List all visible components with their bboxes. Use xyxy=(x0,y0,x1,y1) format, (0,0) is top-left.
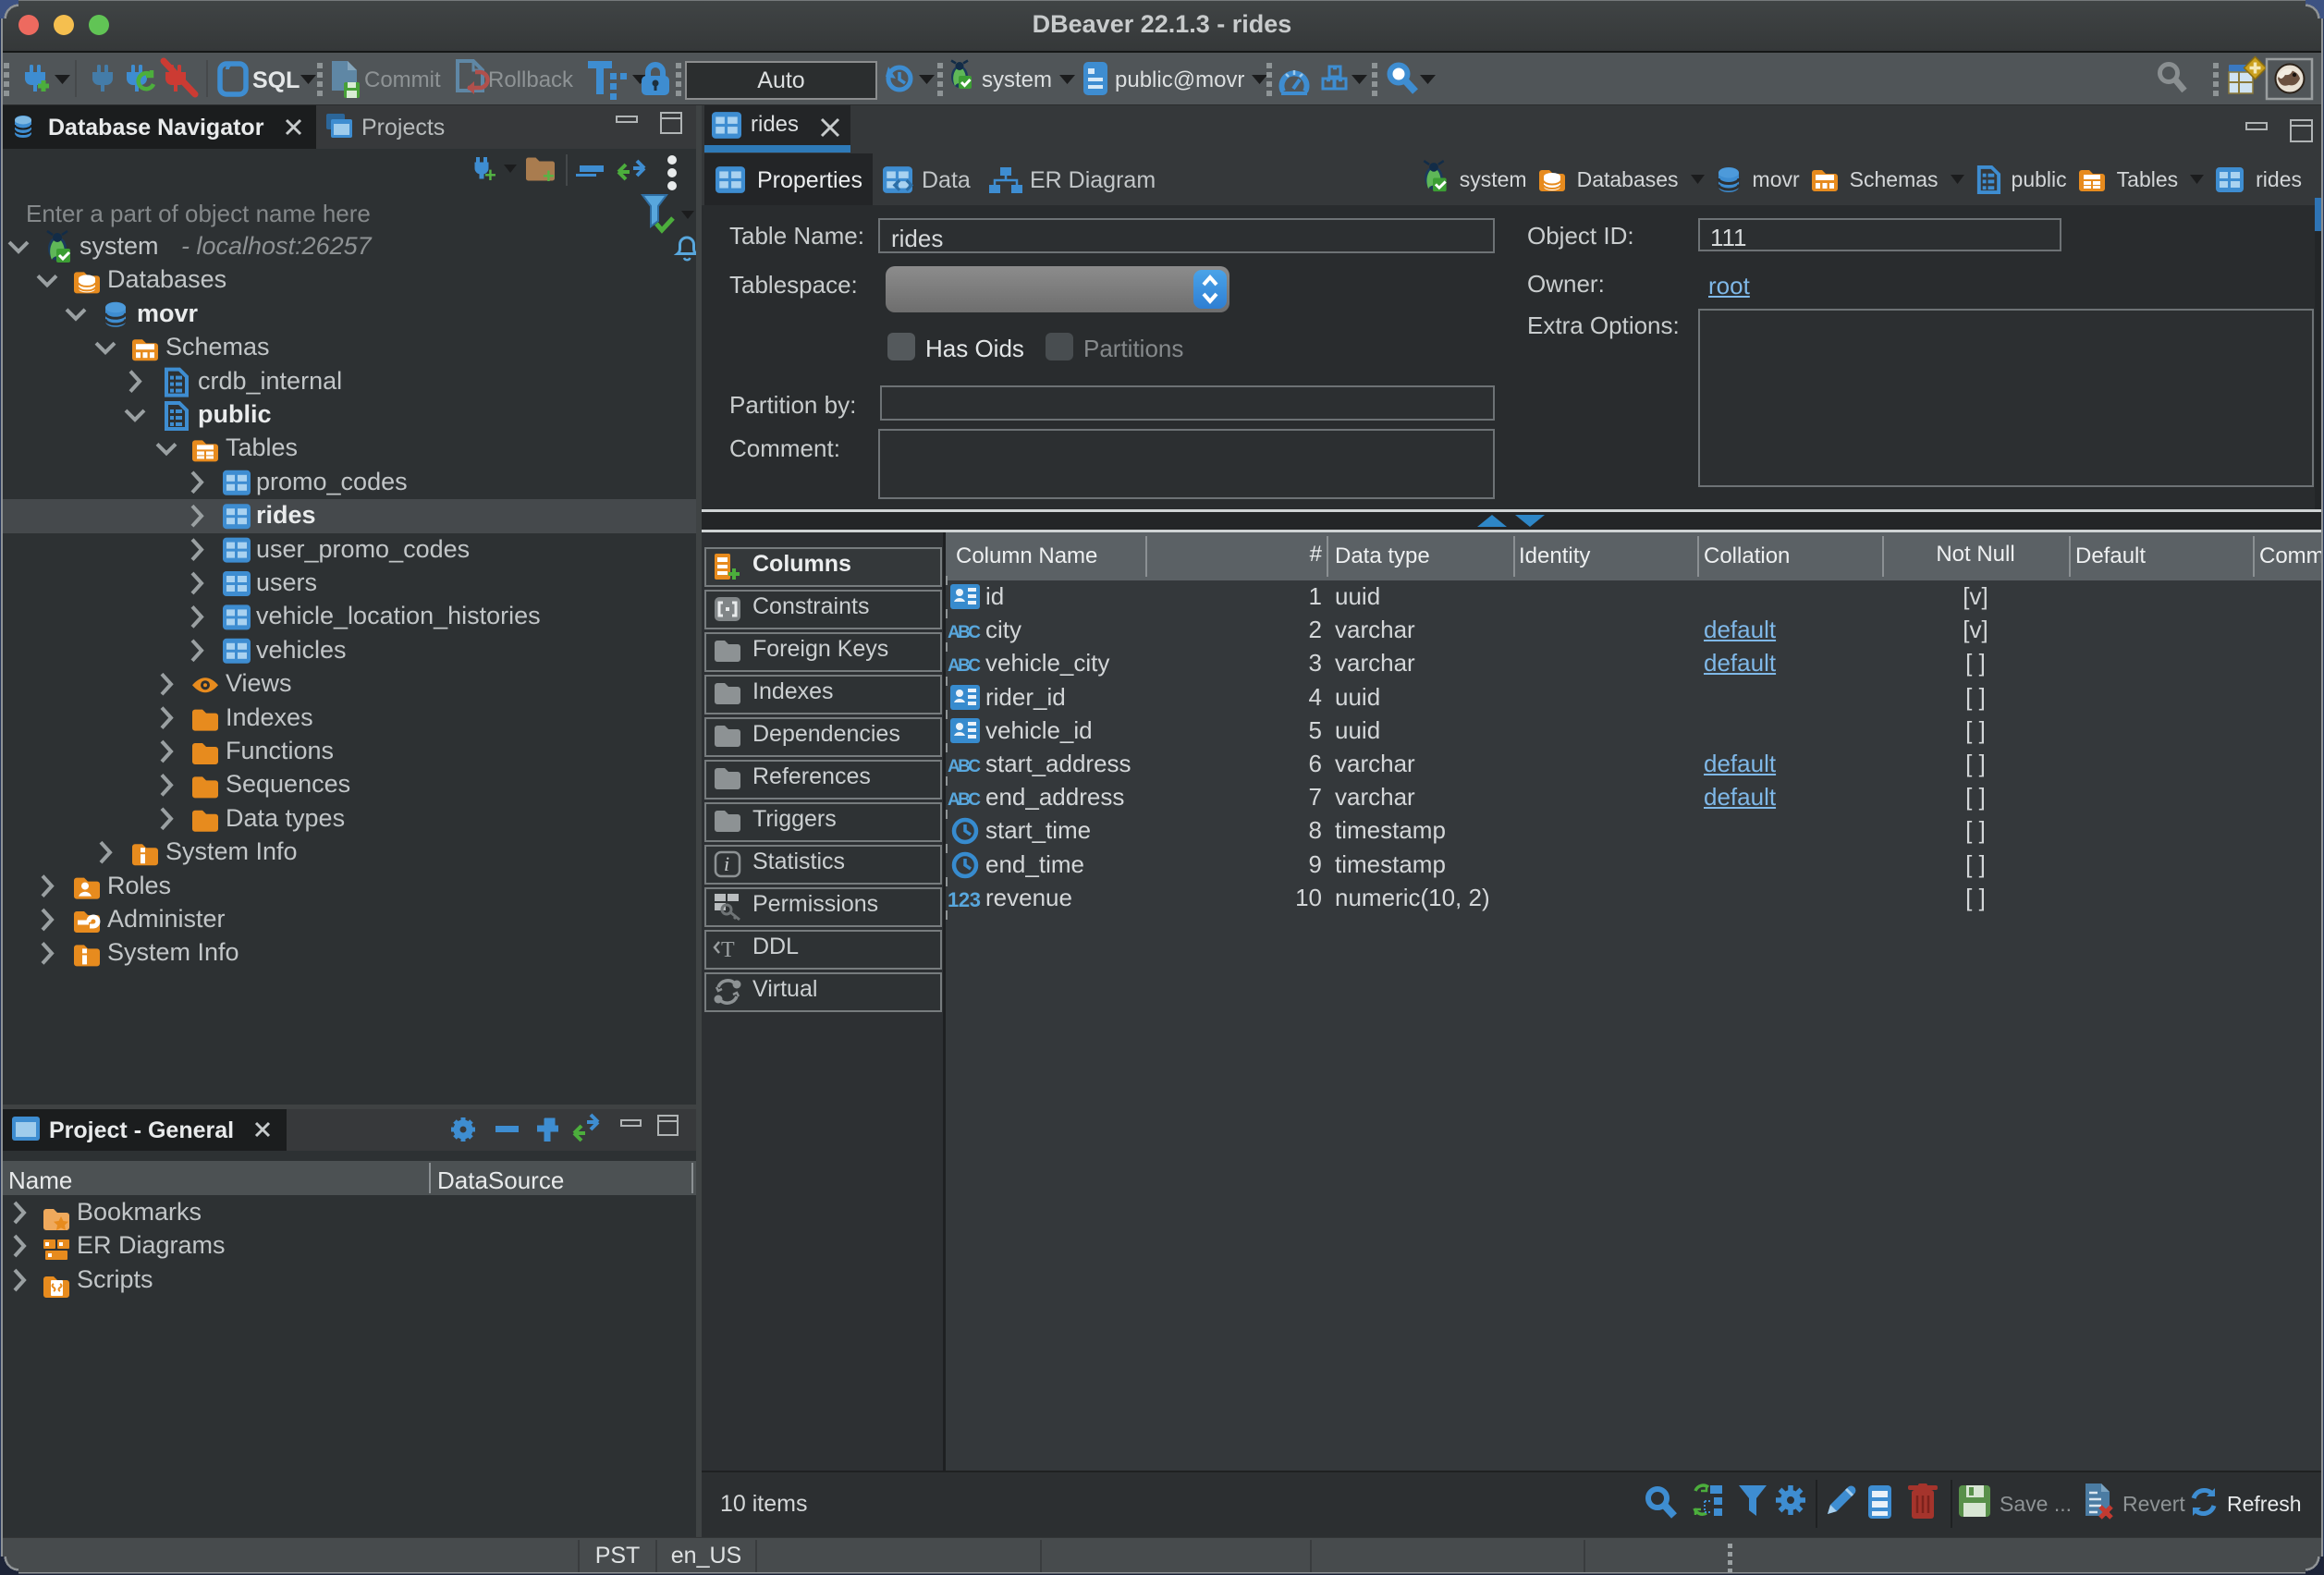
svg-text:system: system xyxy=(982,67,1052,92)
svg-text:123: 123 xyxy=(948,888,981,911)
svg-text:ABC: ABC xyxy=(948,623,981,642)
svg-text:ABC: ABC xyxy=(948,790,981,810)
svg-text:Rollback: Rollback xyxy=(488,67,574,92)
svg-text:Auto: Auto xyxy=(757,67,804,93)
svg-text:Refresh: Refresh xyxy=(2227,1492,2302,1516)
svg-text:SQL: SQL xyxy=(252,67,300,93)
svg-text:ABC: ABC xyxy=(948,656,981,676)
svg-text:Revert: Revert xyxy=(2122,1492,2185,1516)
svg-text:public@movr: public@movr xyxy=(1115,67,1244,92)
svg-text:Save ...: Save ... xyxy=(2000,1492,2072,1516)
svg-text:ABC: ABC xyxy=(948,757,981,776)
svg-text:Commit: Commit xyxy=(364,67,441,92)
